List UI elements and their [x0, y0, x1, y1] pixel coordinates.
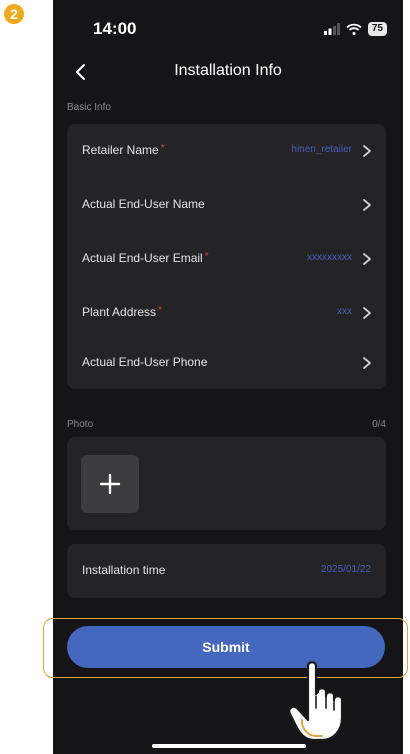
row-label: Plant Address *: [82, 305, 162, 319]
row-label: Actual End-User Email *: [82, 251, 209, 265]
chevron-right-icon: [363, 357, 371, 369]
photo-count: 0/4: [372, 419, 386, 430]
hand-pointer-icon: [288, 661, 344, 742]
end-user-email-row[interactable]: Actual End-User Email * xxxxxxxxx: [67, 232, 386, 286]
installation-time-card: Installation time 2025/01/22: [67, 544, 386, 598]
required-marker: *: [158, 305, 162, 316]
photo-card: [67, 437, 386, 530]
battery-icon: 75: [367, 22, 387, 36]
chevron-right-icon: [363, 307, 371, 319]
installation-time-row[interactable]: Installation time 2025/01/22: [67, 544, 386, 598]
required-marker: *: [160, 143, 165, 154]
row-label: Actual End-User Phone: [82, 355, 208, 369]
row-label: Actual End-User Name: [82, 197, 205, 211]
plant-address-value: xxx: [337, 306, 352, 317]
chevron-right-icon: [363, 199, 371, 211]
step-number-badge: 2: [4, 4, 24, 24]
photo-label: Photo: [67, 419, 94, 430]
basic-info-card: Retailer Name * hinen_retailer Actual End…: [67, 124, 386, 389]
nav-bar: Installation Info: [53, 56, 403, 88]
end-user-phone-row[interactable]: Actual End-User Phone: [67, 336, 386, 390]
row-label: Installation time: [82, 563, 166, 577]
end-user-name-row[interactable]: Actual End-User Name: [67, 178, 386, 232]
plus-icon: [99, 473, 121, 495]
signal-icon: [323, 23, 340, 35]
home-indicator: [152, 744, 306, 748]
add-photo-button[interactable]: [81, 455, 139, 513]
chevron-right-icon: [363, 145, 371, 157]
row-label: Retailer Name *: [82, 143, 165, 157]
plant-address-row[interactable]: Plant Address * xxx: [67, 286, 386, 340]
retailer-name-row[interactable]: Retailer Name * hinen_retailer: [67, 124, 386, 178]
highlight-frame: [43, 618, 408, 678]
retailer-name-value: hinen_retailer: [291, 144, 352, 155]
wifi-icon: [346, 23, 362, 35]
chevron-right-icon: [363, 253, 371, 265]
status-icons: 75: [323, 22, 387, 36]
status-time: 14:00: [93, 19, 137, 38]
installation-time-value: 2025/01/22: [320, 564, 371, 575]
required-marker: *: [204, 251, 209, 262]
end-user-email-value: xxxxxxxxx: [307, 252, 352, 263]
page-title: Installation Info: [174, 62, 282, 79]
basic-info-label: Basic Info: [67, 102, 111, 113]
status-bar: 14:00 75: [53, 0, 403, 58]
